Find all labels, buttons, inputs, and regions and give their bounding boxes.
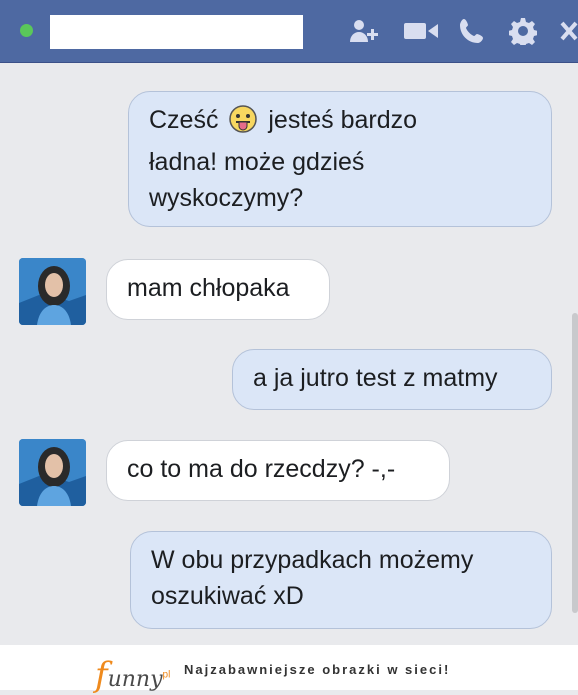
- gear-icon[interactable]: [508, 18, 538, 45]
- message-line: ładna! może gdzieś: [149, 148, 365, 176]
- contact-name-redacted: [50, 15, 303, 49]
- funny-pl-logo: funnypl: [95, 655, 171, 695]
- message-text: jesteś bardzo: [268, 106, 418, 134]
- add-friend-icon[interactable]: [346, 18, 382, 44]
- video-call-icon[interactable]: [402, 18, 440, 44]
- message-line: W obu przypadkach możemy: [151, 546, 474, 574]
- message-text: a ja jutro test z matmy: [253, 364, 498, 392]
- message-bubble-outgoing: a ja jutro test z matmy: [232, 349, 552, 410]
- tongue-out-emoji-icon: [228, 104, 258, 144]
- message-bubble-incoming: co to ma do rzecdzy? -,-: [106, 440, 450, 501]
- message-text: Cześć: [149, 106, 219, 134]
- message-line: wyskoczymy?: [149, 184, 304, 212]
- avatar[interactable]: [19, 258, 86, 325]
- phone-icon[interactable]: [456, 18, 488, 44]
- message-line: Cześć jesteś bardzo: [149, 102, 531, 144]
- message-bubble-outgoing: Cześć jesteś bardzo ładna! może gdzieś w…: [128, 91, 552, 227]
- message-text: mam chłopaka: [127, 274, 290, 302]
- avatar[interactable]: [19, 439, 86, 506]
- message-bubble-incoming: mam chłopaka: [106, 259, 330, 320]
- message-line: oszukiwać xD: [151, 582, 304, 610]
- scrollbar[interactable]: [572, 313, 578, 613]
- message-text: co to ma do rzecdzy? -,-: [127, 455, 396, 483]
- close-icon[interactable]: [560, 18, 578, 44]
- online-status-dot: [20, 24, 33, 37]
- watermark-tagline: Najzabawniejsze obrazki w sieci!: [184, 662, 451, 677]
- message-bubble-outgoing: W obu przypadkach możemy oszukiwać xD: [130, 531, 552, 629]
- chat-header: [0, 0, 578, 63]
